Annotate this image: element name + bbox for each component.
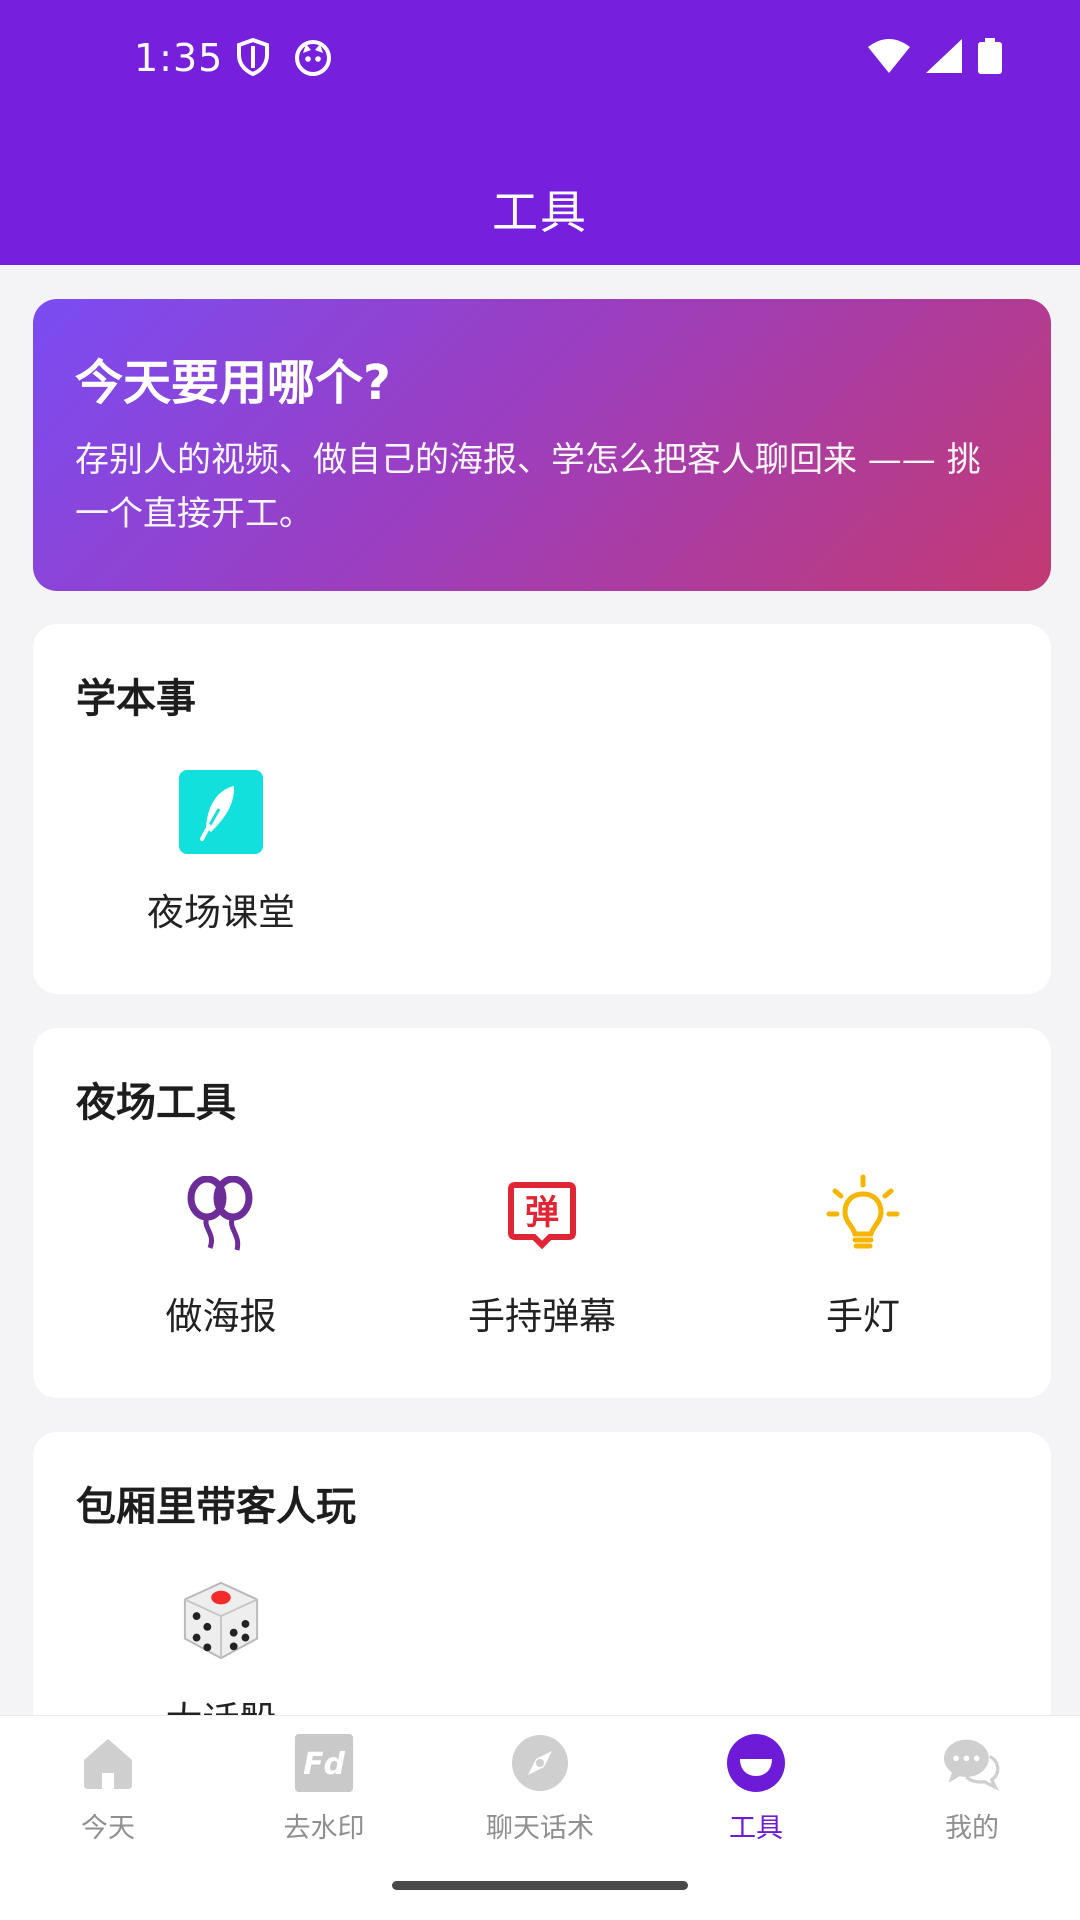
tool-label: 手持弹幕 (468, 1295, 616, 1338)
tool-liars-dice[interactable]: 大话骰 (96, 1578, 346, 1715)
section-title: 包厢里带客人玩 (76, 1484, 356, 1530)
tool-label: 大话骰 (96, 1690, 346, 1715)
home-indicator[interactable] (392, 1881, 688, 1890)
tools-icon (727, 1734, 785, 1792)
tab-today[interactable]: 今天 (0, 1734, 216, 1845)
tab-label: 聊天话术 (486, 1813, 594, 1844)
tool-make-poster[interactable]: 做海报 (96, 1174, 346, 1340)
dice-icon (179, 1578, 263, 1662)
tab-label: 我的 (945, 1813, 999, 1844)
tab-remove-watermark[interactable]: Fd 去水印 (216, 1734, 432, 1845)
signal-icon (926, 39, 962, 73)
tab-label: 去水印 (283, 1813, 365, 1844)
compass-icon (511, 1734, 569, 1792)
tab-label: 工具 (729, 1813, 783, 1844)
tab-chat-scripts[interactable]: 聊天话术 (432, 1734, 648, 1845)
watermark-icon: Fd (295, 1734, 353, 1792)
hero-banner: 今天要用哪个? 存别人的视频、做自己的海报、学怎么把客人聊回来 —— 挑一个直接… (33, 299, 1051, 591)
tab-mine[interactable]: 我的 (864, 1734, 1080, 1845)
lightbulb-icon (821, 1174, 905, 1258)
balloons-icon (179, 1174, 263, 1258)
hero-title: 今天要用哪个? (75, 355, 391, 411)
section-room-games: 包厢里带客人玩 大话骰 (33, 1432, 1051, 1715)
tool-hand-light[interactable]: 手灯 (738, 1174, 988, 1340)
battery-icon (978, 38, 1002, 74)
content-area: 1:35 工具 今天要用哪个? 存别人的视频、做自己的海报、学怎么把客人聊回来 … (0, 0, 1080, 1715)
wifi-icon (868, 39, 910, 73)
tool-danmaku[interactable]: 弹 手持弹幕 (417, 1174, 667, 1340)
tool-night-class[interactable]: 夜场课堂 (96, 770, 346, 936)
tool-label: 手灯 (826, 1295, 900, 1338)
tab-tools[interactable]: 工具 (648, 1734, 864, 1845)
status-time: 1:35 (134, 36, 224, 80)
chat-bubbles-icon (943, 1734, 1001, 1792)
app-header: 1:35 工具 (0, 0, 1080, 265)
page-title: 工具 (492, 185, 588, 239)
tab-label: 今天 (81, 1813, 135, 1844)
section-title: 学本事 (76, 676, 196, 722)
feather-icon (179, 770, 263, 854)
home-icon (79, 1734, 137, 1792)
section-learn: 学本事 夜场课堂 (33, 624, 1051, 994)
svg-text:Fd: Fd (303, 1747, 345, 1782)
svg-text:弹: 弹 (525, 1193, 559, 1233)
section-title: 夜场工具 (76, 1080, 236, 1126)
hero-description: 存别人的视频、做自己的海报、学怎么把客人聊回来 —— 挑一个直接开工。 (75, 440, 981, 534)
tool-label: 做海报 (165, 1295, 277, 1338)
section-tools: 夜场工具 做海报 弹 手持弹幕 手灯 (33, 1028, 1051, 1398)
shield-icon (237, 38, 269, 76)
tool-label: 夜场课堂 (147, 891, 295, 934)
cat-icon (295, 40, 331, 76)
danmaku-icon: 弹 (500, 1174, 584, 1258)
